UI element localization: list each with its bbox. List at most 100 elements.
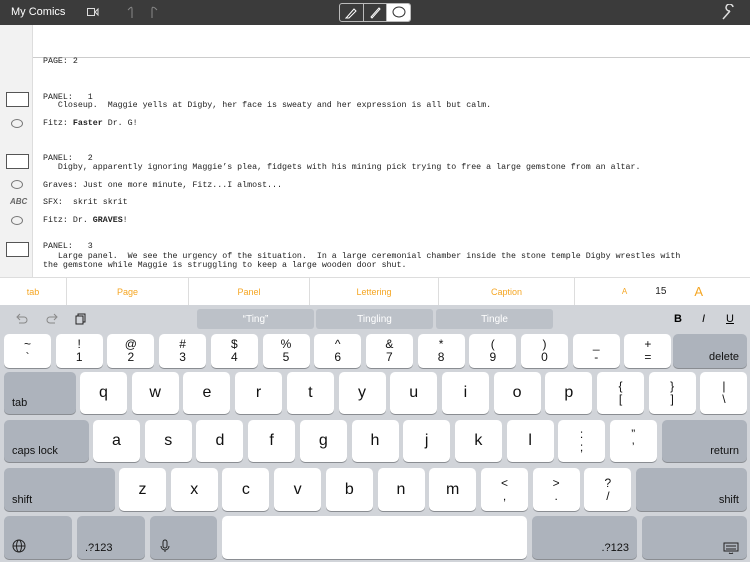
shift-key[interactable]: shift [4, 468, 115, 511]
globe-key[interactable] [4, 516, 72, 559]
dialogue-line[interactable]: Fitz: Dr. GRAVES! [43, 216, 128, 225]
caption-button[interactable]: Caption [439, 278, 575, 305]
panel-icon[interactable] [6, 92, 29, 107]
key[interactable]: u [390, 372, 438, 414]
key[interactable]: j [403, 420, 451, 462]
panel-heading[interactable]: PANEL: 2 [43, 154, 93, 163]
key[interactable]: t [286, 372, 334, 414]
underline-button[interactable]: U [726, 313, 734, 325]
key[interactable]: _ - [572, 334, 620, 368]
panel-icon[interactable] [6, 242, 29, 257]
paste-icon[interactable] [75, 312, 87, 326]
key[interactable]: s [144, 420, 192, 462]
key[interactable]: ~ ` [4, 334, 51, 368]
key[interactable]: z [119, 468, 166, 511]
key[interactable]: | \ [700, 372, 748, 414]
panel-description-cont[interactable]: the gemstone while Maggie is struggling … [43, 261, 406, 270]
key[interactable]: @2 [107, 334, 155, 368]
pen-icon[interactable] [364, 4, 388, 21]
key[interactable]: }] [648, 372, 696, 414]
key[interactable]: i [441, 372, 489, 414]
speech-bubble-icon[interactable] [11, 119, 23, 128]
tab-key[interactable]: tab [4, 372, 76, 414]
undo-icon[interactable] [127, 5, 137, 19]
wrench-icon[interactable] [720, 4, 736, 20]
dialogue-line[interactable]: Fitz: Faster Dr. G! [43, 119, 138, 128]
key[interactable]: $4 [210, 334, 258, 368]
speech-bubble-icon[interactable] [387, 4, 410, 21]
key[interactable]: ? / [584, 468, 632, 511]
suggestion[interactable]: “Ting” [197, 309, 314, 329]
dictation-key[interactable] [150, 516, 217, 559]
key[interactable]: ^ 6 [314, 334, 362, 368]
speech-bubble-icon[interactable] [11, 180, 23, 189]
key[interactable]: c [222, 468, 270, 511]
lettering-button[interactable]: Lettering [310, 278, 439, 305]
key[interactable]: n [377, 468, 425, 511]
key[interactable]: p [545, 372, 593, 414]
panel-icon[interactable] [6, 154, 29, 169]
key[interactable]: v [274, 468, 322, 511]
key[interactable]: <, [481, 468, 528, 511]
key[interactable]: (9 [469, 334, 517, 368]
key[interactable]: o [493, 372, 541, 414]
page-heading[interactable]: PAGE: 2 [43, 57, 78, 66]
key[interactable]: e [183, 372, 231, 414]
panel-description[interactable]: Large panel. We see the urgency of the s… [43, 252, 680, 261]
decrease-font-button[interactable]: A [622, 287, 627, 296]
redo-icon[interactable] [149, 5, 159, 19]
return-key[interactable]: return [662, 420, 747, 462]
increase-font-button[interactable]: A [694, 284, 703, 299]
key[interactable]: r [235, 372, 283, 414]
undo-icon[interactable] [15, 312, 29, 326]
key[interactable]: >. [532, 468, 580, 511]
tab-button[interactable]: tab [0, 278, 67, 305]
italic-button[interactable]: I [702, 313, 705, 325]
key[interactable]: :; [558, 420, 605, 462]
speech-bubble-icon[interactable] [11, 216, 23, 225]
key[interactable]: k [454, 420, 502, 462]
key[interactable]: q [80, 372, 127, 414]
sfx-icon[interactable]: ABC [10, 197, 27, 206]
key[interactable]: ) 0 [521, 334, 568, 368]
sfx-line[interactable]: SFX: skrit skrit [43, 198, 128, 207]
pencil-icon[interactable] [340, 4, 364, 21]
panel-heading[interactable]: PANEL: 3 [43, 242, 93, 251]
delete-key[interactable]: delete [673, 334, 747, 368]
shift-key[interactable]: shift [636, 468, 747, 511]
key[interactable]: m [429, 468, 477, 511]
key[interactable]: l [506, 420, 554, 462]
key[interactable]: f [248, 420, 296, 462]
numbers-key[interactable]: .?123 [532, 516, 637, 559]
page-button[interactable]: Page [67, 278, 189, 305]
numbers-key[interactable]: .?123 [77, 516, 145, 559]
key[interactable]: ! 1 [55, 334, 103, 368]
key[interactable]: * 8 [417, 334, 465, 368]
key[interactable]: h [351, 420, 399, 462]
key[interactable]: d [196, 420, 244, 462]
bold-button[interactable]: B [674, 313, 682, 325]
hide-keyboard-key[interactable] [642, 516, 747, 559]
redo-icon[interactable] [45, 312, 59, 326]
my-comics-button[interactable]: My Comics [11, 6, 65, 18]
key[interactable]: g [299, 420, 347, 462]
panel-description[interactable]: Closeup. Maggie yells at Digby, her face… [43, 101, 491, 110]
panel-button[interactable]: Panel [189, 278, 310, 305]
key[interactable]: y [338, 372, 386, 414]
space-key[interactable] [222, 516, 527, 559]
key[interactable]: a [93, 420, 140, 462]
key[interactable]: x [170, 468, 218, 511]
key[interactable]: {[ [597, 372, 644, 414]
key[interactable]: + = [624, 334, 672, 368]
video-icon[interactable] [87, 7, 99, 17]
key[interactable]: ”’ [609, 420, 657, 462]
suggestion[interactable]: Tingling [316, 309, 433, 329]
key[interactable]: #3 [159, 334, 207, 368]
panel-description[interactable]: Digby, apparently ignoring Maggie’s plea… [43, 163, 641, 172]
key[interactable]: % 5 [262, 334, 310, 368]
caps-lock-key[interactable]: caps lock [4, 420, 89, 462]
key[interactable]: & 7 [365, 334, 413, 368]
suggestion[interactable]: Tingle [436, 309, 553, 329]
key[interactable]: b [325, 468, 373, 511]
dialogue-line[interactable]: Graves: Just one more minute, Fitz...I a… [43, 181, 282, 190]
